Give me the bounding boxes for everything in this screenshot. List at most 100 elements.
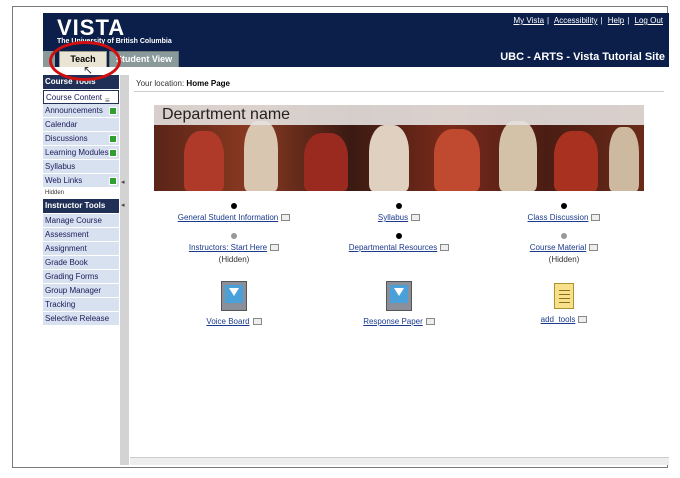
sidebar-item-label: Grade Book <box>45 258 88 267</box>
item-link[interactable]: General Student Information <box>178 213 279 222</box>
horizontal-scrollbar[interactable] <box>130 457 669 465</box>
department-banner-image: Department name <box>154 105 644 191</box>
location-value: Home Page <box>186 79 230 88</box>
expand-arrow-icon[interactable]: ≡ <box>105 96 110 105</box>
action-menu-icon[interactable] <box>425 318 435 326</box>
sidebar-item-label: Selective Release <box>45 314 110 323</box>
top-links: My Vista | Accessibility | Help | Log Out <box>513 16 663 25</box>
list-item: General Student Information <box>154 203 314 222</box>
add-icon[interactable] <box>109 177 117 185</box>
sidebar-item-label: Web Links <box>45 176 83 185</box>
list-item: Response Paper <box>319 281 479 326</box>
item-link[interactable]: Syllabus <box>378 213 408 222</box>
status-dot <box>561 203 567 209</box>
add-icon[interactable] <box>109 107 117 115</box>
sidebar: Course Tools Course Content Announcement… <box>43 75 119 465</box>
link-help[interactable]: Help <box>608 16 624 25</box>
location-label: Your location: <box>136 79 185 88</box>
sidebar-item-label: Course Content <box>46 93 103 102</box>
sidebar-item-label: Learning Modules <box>45 148 109 157</box>
hidden-tools-label[interactable]: Hidden <box>43 188 119 199</box>
download-doc-icon[interactable] <box>221 281 247 311</box>
sidebar-item-syllabus[interactable]: Syllabus <box>43 160 119 174</box>
status-dot <box>561 233 567 239</box>
list-item: Voice Board <box>154 281 314 326</box>
sidebar-item-label: Grading Forms <box>45 272 99 281</box>
sidebar-item-announcements[interactable]: Announcements <box>43 104 119 118</box>
link-my-vista[interactable]: My Vista <box>513 16 544 25</box>
note-icon[interactable] <box>554 283 574 309</box>
link-accessibility[interactable]: Accessibility <box>554 16 598 25</box>
action-menu-icon[interactable] <box>591 214 601 222</box>
dancer-shape <box>434 129 480 191</box>
chevron-left-icon[interactable]: ◂ <box>121 178 125 186</box>
dancer-shape <box>499 121 537 191</box>
list-item: Class Discussion <box>484 203 644 222</box>
sidebar-item-discussions[interactable]: Discussions <box>43 132 119 146</box>
dancer-shape <box>304 133 348 191</box>
instructor-tools-header: Instructor Tools <box>43 199 119 213</box>
sidebar-item-label: Syllabus <box>45 162 76 171</box>
main-content: Your location: Home Page Department name… <box>130 75 669 465</box>
link-log-out[interactable]: Log Out <box>635 16 663 25</box>
status-dot <box>396 233 402 239</box>
sidebar-item-assessment-manager[interactable]: Assessment Manager <box>43 228 119 253</box>
sidebar-item-label: Calendar <box>45 120 78 129</box>
item-link[interactable]: Departmental Resources <box>349 243 437 252</box>
add-icon[interactable] <box>109 135 117 143</box>
breadcrumb: Your location: Home Page <box>136 79 230 88</box>
list-item: Instructors: Start Here (Hidden) <box>154 233 314 264</box>
download-doc-icon[interactable] <box>386 281 412 311</box>
list-item: add_tools <box>484 281 644 324</box>
sidebar-item-manage-course[interactable]: Manage Course <box>43 214 119 228</box>
add-icon[interactable] <box>109 149 117 157</box>
dancer-shape <box>554 131 598 191</box>
site-title: UBC - ARTS - Vista Tutorial Site <box>500 51 665 63</box>
dancer-shape <box>184 131 224 191</box>
status-dot <box>231 203 237 209</box>
chevron-left-icon[interactable]: ◂ <box>121 201 125 209</box>
sidebar-item-tracking[interactable]: Tracking <box>43 298 119 312</box>
sidebar-item-calendar[interactable]: Calendar <box>43 118 119 132</box>
action-menu-icon[interactable] <box>252 318 262 326</box>
sidebar-item-selective-release[interactable]: Selective Release <box>43 312 119 326</box>
hidden-status: (Hidden) <box>218 255 250 264</box>
item-link[interactable]: Course Material <box>530 243 586 252</box>
hidden-status: (Hidden) <box>548 255 580 264</box>
sidebar-item-label: Group Manager <box>45 286 102 295</box>
action-menu-icon[interactable] <box>270 244 280 252</box>
sidebar-item-learning-modules[interactable]: Learning Modules <box>43 146 119 160</box>
status-dot <box>396 203 402 209</box>
dancer-shape <box>609 127 639 191</box>
vista-window: VISTA The University of British Columbia… <box>43 13 669 465</box>
sidebar-item-group-manager[interactable]: Group Manager <box>43 284 119 298</box>
action-menu-icon[interactable] <box>281 214 291 222</box>
dancer-shape <box>369 125 409 191</box>
sidebar-collapse-bar[interactable]: ◂ ◂ <box>120 75 129 465</box>
item-link[interactable]: Response Paper <box>363 317 423 326</box>
action-menu-icon[interactable] <box>411 214 421 222</box>
sidebar-item-assignment-dropbox[interactable]: Assignment Dropbox <box>43 242 119 267</box>
sidebar-item-label: Discussions <box>45 134 88 143</box>
top-banner: VISTA The University of British Columbia… <box>43 13 669 67</box>
department-title: Department name <box>162 106 291 123</box>
sidebar-item-grade-book[interactable]: Grade Book <box>43 256 119 270</box>
mouse-cursor-icon: ↖ <box>83 63 94 77</box>
dancer-shape <box>244 121 278 191</box>
sidebar-item-grading-forms[interactable]: Grading Forms <box>43 270 119 284</box>
item-link[interactable]: Instructors: Start Here <box>189 243 267 252</box>
action-menu-icon[interactable] <box>440 244 450 252</box>
action-menu-icon[interactable] <box>589 244 599 252</box>
divider <box>134 91 664 92</box>
list-item: Syllabus <box>319 203 479 222</box>
sidebar-item-label: Manage Course <box>45 216 102 225</box>
item-link[interactable]: Voice Board <box>206 317 249 326</box>
screenshot-frame: VISTA The University of British Columbia… <box>12 6 669 468</box>
list-item: Departmental Resources <box>319 233 479 252</box>
action-menu-icon[interactable] <box>578 316 588 324</box>
sidebar-item-label: Tracking <box>45 300 76 309</box>
item-link[interactable]: add_tools <box>541 315 576 324</box>
sidebar-item-web-links[interactable]: Web Links <box>43 174 119 188</box>
item-link[interactable]: Class Discussion <box>528 213 589 222</box>
list-item: Course Material (Hidden) <box>484 233 644 264</box>
